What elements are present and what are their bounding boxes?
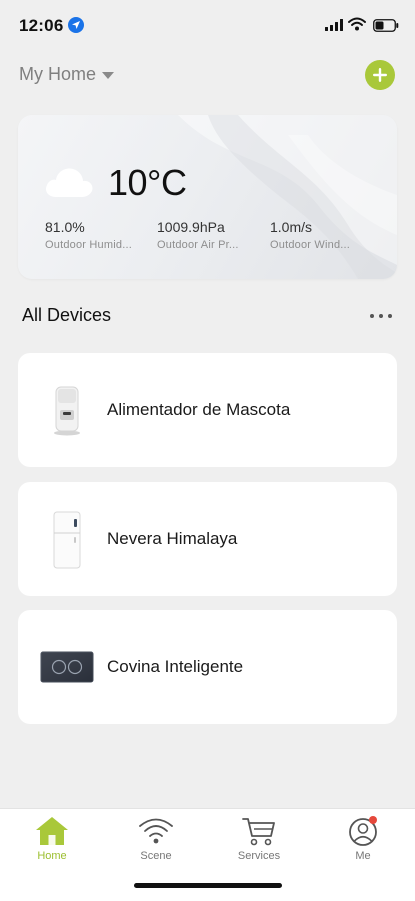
- all-devices-title: All Devices: [22, 305, 112, 325]
- device-name: Alimentador de Mascota: [107, 400, 291, 419]
- humidity-metric: 81.0% Outdoor Humid...: [45, 219, 155, 251]
- caret-down-icon: [102, 72, 115, 79]
- tab-scene-label: Scene: [140, 850, 172, 862]
- wind-speed-value: 1.0m/s: [270, 219, 313, 235]
- battery-icon: [373, 19, 399, 32]
- humidity-value: 81.0%: [45, 219, 85, 235]
- device-card-smart-hob[interactable]: Covina Inteligente: [18, 610, 397, 724]
- plus-circle-icon[interactable]: [365, 60, 395, 90]
- tab-me-label: Me: [355, 850, 371, 862]
- home-selector-dropdown[interactable]: My Home: [19, 64, 115, 85]
- air-pressure-value: 1009.9hPa: [157, 219, 225, 235]
- cellular-signal-icon: [325, 19, 343, 31]
- device-name: Nevera Himalaya: [107, 529, 238, 548]
- notification-badge: [369, 816, 377, 824]
- fridge-icon: [53, 511, 81, 569]
- tab-scene[interactable]: Scene: [116, 814, 196, 872]
- wind-speed-metric: 1.0m/s Outdoor Wind...: [270, 219, 380, 251]
- air-pressure-label: Outdoor Air Pr...: [157, 239, 239, 251]
- status-time: 12:06: [19, 16, 64, 35]
- tab-services-label: Services: [237, 850, 281, 862]
- tab-me[interactable]: Me: [323, 814, 403, 872]
- more-dots-icon[interactable]: [368, 305, 394, 325]
- device-name: Covina Inteligente: [107, 657, 244, 676]
- device-card-fridge[interactable]: Nevera Himalaya: [18, 482, 397, 596]
- cart-icon: [242, 818, 275, 846]
- location-arrow-icon: [68, 17, 84, 33]
- device-card-pet-feeder[interactable]: Alimentador de Mascota: [18, 353, 397, 467]
- cloud-icon: [46, 168, 93, 197]
- profile-icon: [349, 816, 377, 846]
- tab-home[interactable]: Home: [12, 814, 92, 872]
- smart-hob-icon: [40, 651, 94, 683]
- humidity-label: Outdoor Humid...: [45, 239, 132, 251]
- wind-speed-label: Outdoor Wind...: [270, 239, 351, 251]
- tab-services[interactable]: Services: [219, 814, 299, 872]
- status-bar: 12:06: [0, 0, 415, 50]
- home-indicator: [134, 883, 282, 888]
- tab-home-label: Home: [37, 850, 67, 862]
- temperature-reading: 10°C: [108, 162, 187, 203]
- home-icon: [36, 817, 68, 845]
- scene-icon: [139, 818, 173, 844]
- weather-card[interactable]: 10°C 81.0% Outdoor Humid... 1009.9hPa Ou…: [18, 115, 397, 279]
- air-pressure-metric: 1009.9hPa Outdoor Air Pr...: [157, 219, 267, 251]
- home-name-label: My Home: [19, 64, 97, 84]
- wifi-icon: [348, 17, 366, 31]
- pet-feeder-icon: [54, 386, 80, 436]
